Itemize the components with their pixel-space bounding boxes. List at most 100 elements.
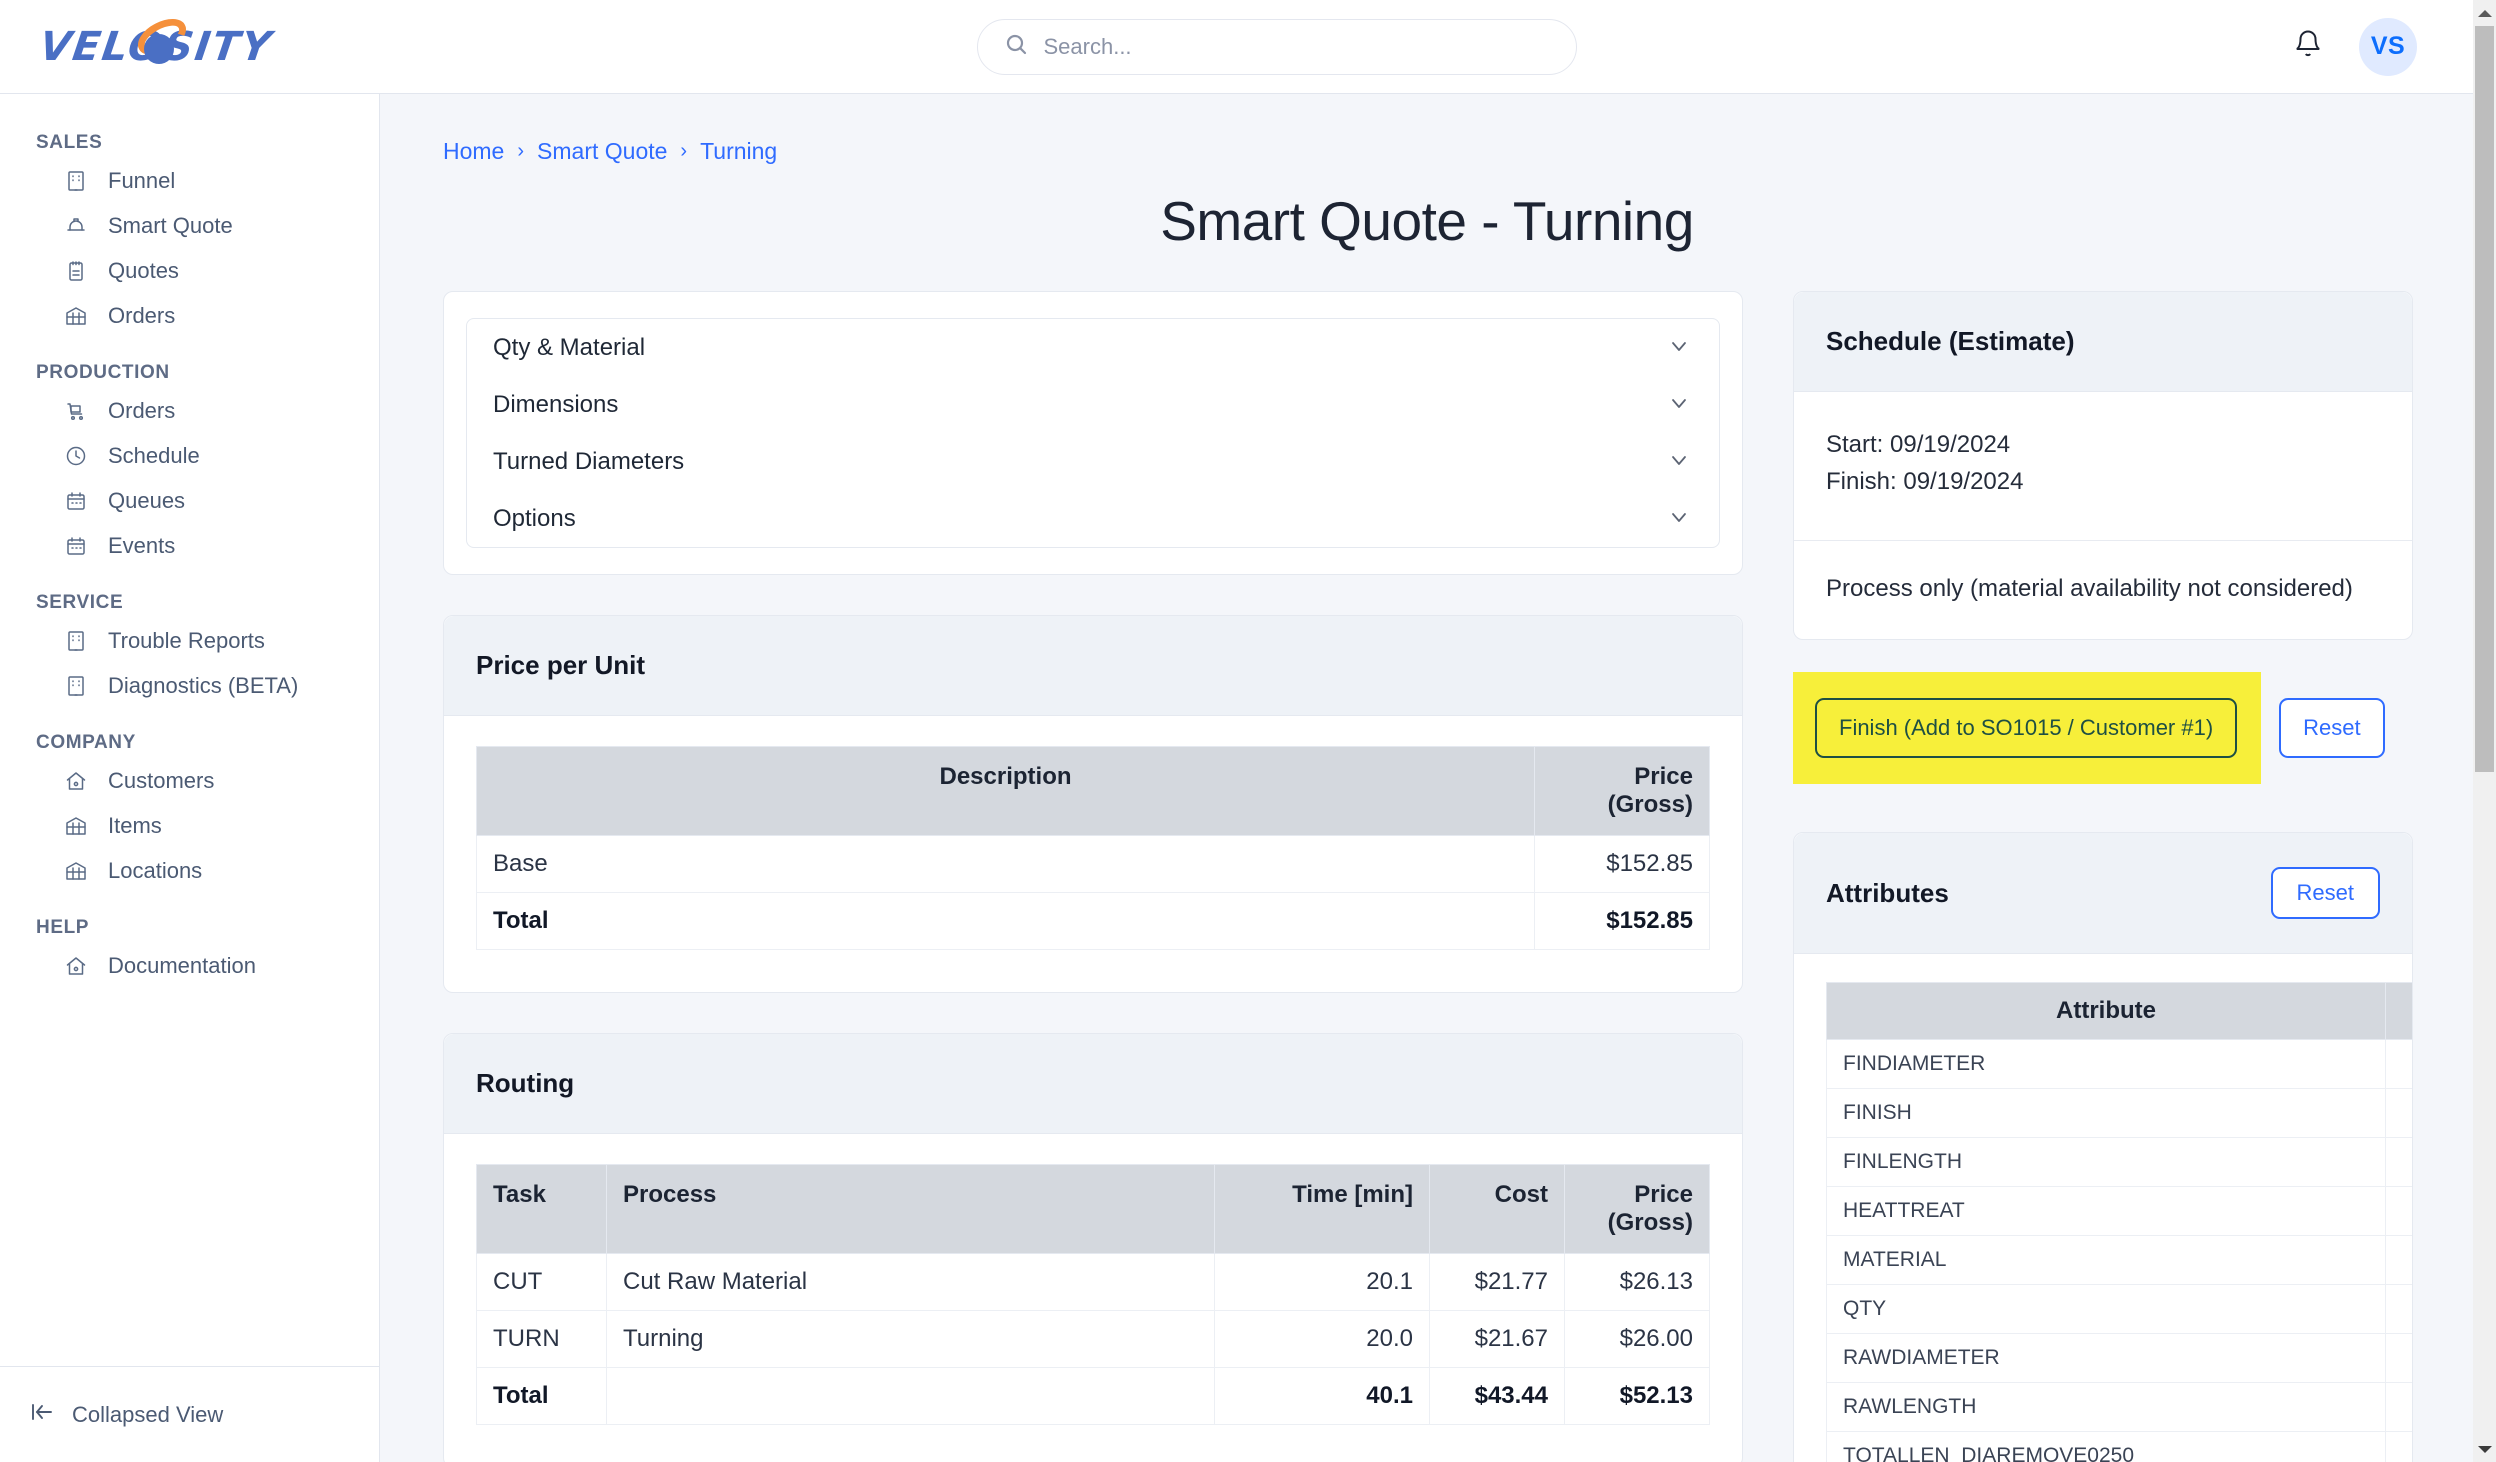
cell-value: 12 [2385,1382,2412,1433]
table-row: TOTALLEN_DIAREMOVE02500.00 [1826,1431,2412,1462]
logo-sphere-icon [144,33,174,64]
breadcrumb-item-turning[interactable]: Turning [700,138,777,165]
col-time: Time [min] [1214,1164,1430,1254]
cell-total-price: $52.13 [1564,1367,1710,1425]
home-icon [64,954,88,978]
sidebar-item-customers[interactable]: Customers [0,758,379,803]
sidebar-item-schedule[interactable]: Schedule [0,433,379,478]
cell-attribute: RAWLENGTH [1826,1382,2386,1433]
price-per-unit-header: Price per Unit [444,616,1742,716]
right-column: Schedule (Estimate) Start: 09/19/2024 Fi… [1793,291,2413,1462]
routing-table: Task Process Time [min] Cost Price (Gros… [476,1164,1710,1425]
page-scrollbar[interactable] [2473,0,2496,1462]
search-icon [1004,32,1028,61]
price-per-unit-title: Price per Unit [476,650,646,680]
scroll-down-arrow-icon[interactable] [2473,1436,2496,1462]
cell-value: 11 [2385,1137,2412,1188]
notifications-bell-icon[interactable] [2293,29,2323,64]
sidebar-item-label: Trouble Reports [108,627,265,653]
sidebar-item-items[interactable]: Items [0,803,379,848]
accordion-section-turned-diameters[interactable]: Turned Diameters [467,433,1719,490]
sidebar-item-label: Funnel [108,167,176,193]
sidebar-item-label: Customers [108,767,215,793]
sidebar-item-events[interactable]: Events [0,523,379,568]
sidebar-group-company: COMPANY Customers Items Locations [0,732,379,893]
finish-button[interactable]: Finish (Add to SO1015 / Customer #1) [1815,698,2238,759]
sidebar-nav: SALES Funnel Smart Quote Quotes Orders PRODUC… [0,94,379,988]
clock-icon [64,444,88,468]
breadcrumb-separator: › [680,140,688,162]
search-input[interactable] [1043,33,1550,60]
sidebar-item-trouble-reports[interactable]: Trouble Reports [0,618,379,663]
cell-price: $26.00 [1564,1310,1710,1368]
chevron-down-icon [1667,334,1691,362]
sidebar-item-label: Queues [108,487,186,513]
search-box[interactable] [976,18,1577,75]
accordion-section-options[interactable]: Options [467,490,1719,547]
sidebar-item-funnel[interactable]: Funnel [0,158,379,203]
table-total-row: Total 40.1 $43.44 $52.13 [476,1367,1710,1425]
scroll-up-arrow-icon[interactable] [2473,0,2496,26]
cell-total-process [606,1367,1215,1425]
top-bar: VELOSITY VS [0,0,2473,94]
cell-time: 20.0 [1214,1310,1430,1368]
sidebar-item-label: Events [108,532,176,558]
sidebar-item-queues[interactable]: Queues [0,478,379,523]
sidebar-item-label: Schedule [108,442,200,468]
calendar-icon [64,489,88,513]
cell-cost: $21.77 [1429,1253,1565,1311]
sidebar-group-sales: SALES Funnel Smart Quote Quotes Orders [0,132,379,338]
sidebar-item-quotes[interactable]: Quotes [0,248,379,293]
sidebar-item-documentation[interactable]: Documentation [0,943,379,988]
price-per-unit-body: Description Price (Gross) Base $152.85 Tot… [444,716,1742,992]
sidebar-item-locations[interactable]: Locations [0,848,379,893]
col-cost: Cost [1429,1164,1565,1254]
attributes-table: Attribute Value FINDIAMETER4FINISHMILLFI… [1826,982,2412,1462]
sidebar-item-orders[interactable]: Orders [0,388,379,433]
calendar-icon [64,534,88,558]
actions-row: Finish (Add to SO1015 / Customer #1) Res… [1793,646,2413,810]
sidebar-group-label: SALES [36,132,103,153]
cell-description: Base [476,835,1535,893]
cell-task: TURN [476,1310,607,1368]
brand-logo[interactable]: VELOSITY [0,11,380,74]
warehouse-icon [64,304,88,328]
accordion-section-qty-material[interactable]: Qty & Material [467,319,1719,376]
cell-value: 5 [2385,1333,2412,1384]
reset-quote-button[interactable]: Reset [2279,698,2385,759]
cell-value: STEEL1 [2385,1235,2412,1286]
chevron-down-icon [1667,448,1691,476]
reset-attributes-button[interactable]: Reset [2270,867,2380,920]
routing-title: Routing [476,1068,575,1098]
schedule-title: Schedule (Estimate) [1826,326,2075,356]
cell-value: 1 [2385,1284,2412,1335]
table-row: RAWDIAMETER5 [1826,1333,2412,1384]
building-icon [64,629,88,653]
schedule-finish: Finish: 09/19/2024 [1826,468,2024,496]
attributes-card: Attributes Reset Attribute Value FINDIAM… [1793,832,2413,1462]
routing-header: Routing [444,1034,1742,1134]
breadcrumb-item-home[interactable]: Home [443,138,504,165]
cell-price: $152.85 [1534,835,1710,893]
hardhat-icon [64,214,88,238]
cell-value: 4 [2385,1039,2412,1090]
sidebar-item-smart-quote[interactable]: Smart Quote [0,203,379,248]
cell-total-cost: $43.44 [1429,1367,1565,1425]
sidebar-item-label: Diagnostics (BETA) [108,672,299,698]
breadcrumb-item-smart-quote[interactable]: Smart Quote [537,138,667,165]
building-icon [64,169,88,193]
routing-body: Task Process Time [min] Cost Price (Gros… [444,1134,1742,1462]
scrollbar-thumb[interactable] [2475,26,2494,772]
avatar[interactable]: VS [2359,17,2417,76]
sidebar-item-diagnostics-beta[interactable]: Diagnostics (BETA) [0,663,379,708]
accordion-section-dimensions[interactable]: Dimensions [467,376,1719,433]
col-process: Process [606,1164,1215,1254]
attributes-body: Attribute Value FINDIAMETER4FINISHMILLFI… [1794,954,2412,1462]
cell-attribute: HEATTREAT [1826,1186,2386,1237]
sidebar-item-label: Locations [108,857,203,883]
collapsed-view-toggle[interactable]: Collapsed View [0,1366,379,1462]
col-description: Description [476,746,1535,836]
cell-attribute: FINDIAMETER [1826,1039,2386,1090]
sidebar-group-label: SERVICE [36,592,124,613]
sidebar-item-orders[interactable]: Orders [0,293,379,338]
